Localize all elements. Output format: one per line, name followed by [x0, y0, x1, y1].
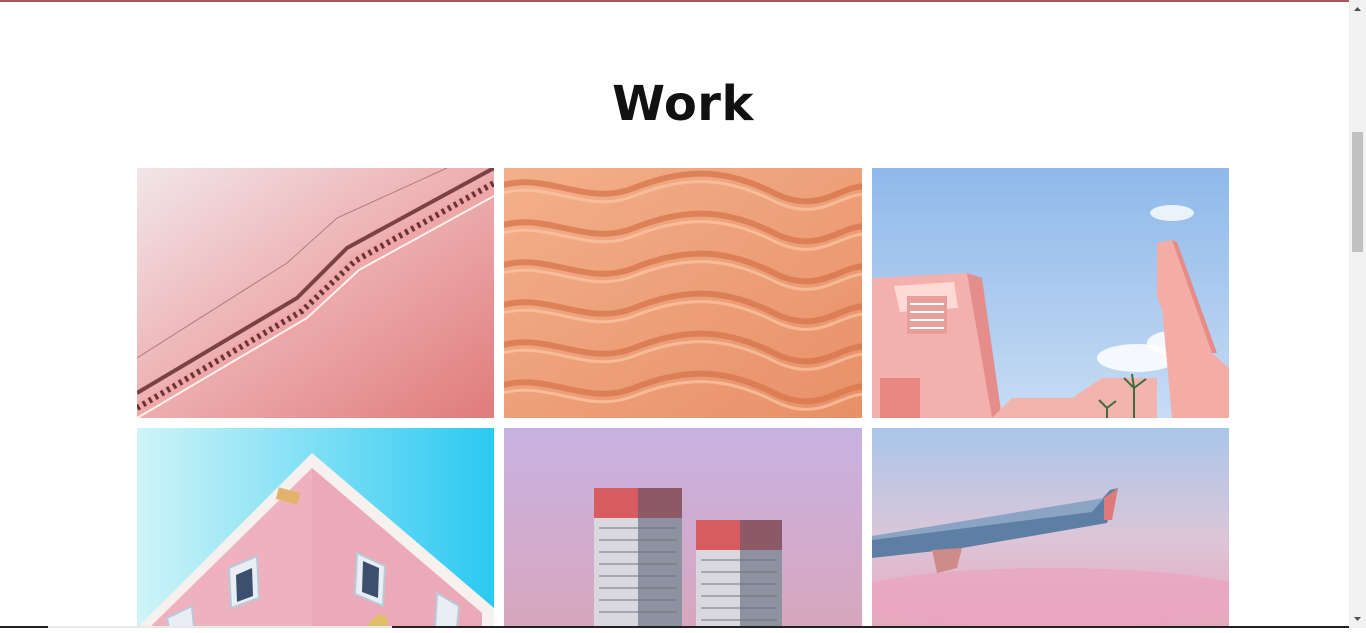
wing-image	[872, 428, 1229, 628]
pink-house-image	[137, 428, 494, 628]
scroll-up-arrow-icon[interactable]	[1349, 0, 1366, 17]
top-border	[0, 0, 1349, 2]
gallery-item-pink-house-corner[interactable]	[137, 428, 494, 628]
pink-buildings-image	[872, 168, 1229, 418]
gallery-item-airplane-wing[interactable]	[872, 428, 1229, 628]
towers-image	[504, 428, 862, 628]
page: Work	[0, 0, 1349, 628]
gallery-item-stair-railing[interactable]	[137, 168, 494, 418]
sand-dunes-image	[504, 168, 862, 418]
gallery-item-twin-towers[interactable]	[504, 428, 862, 628]
scrollbar-thumb[interactable]	[1352, 132, 1363, 252]
stair-railing-image	[137, 168, 494, 418]
gallery-item-sand-dunes[interactable]	[504, 168, 862, 418]
section-title: Work	[612, 76, 754, 132]
gallery-item-pink-buildings-sky[interactable]	[872, 168, 1229, 418]
scroll-down-arrow-icon[interactable]	[1349, 611, 1366, 628]
vertical-scrollbar[interactable]	[1349, 0, 1366, 628]
